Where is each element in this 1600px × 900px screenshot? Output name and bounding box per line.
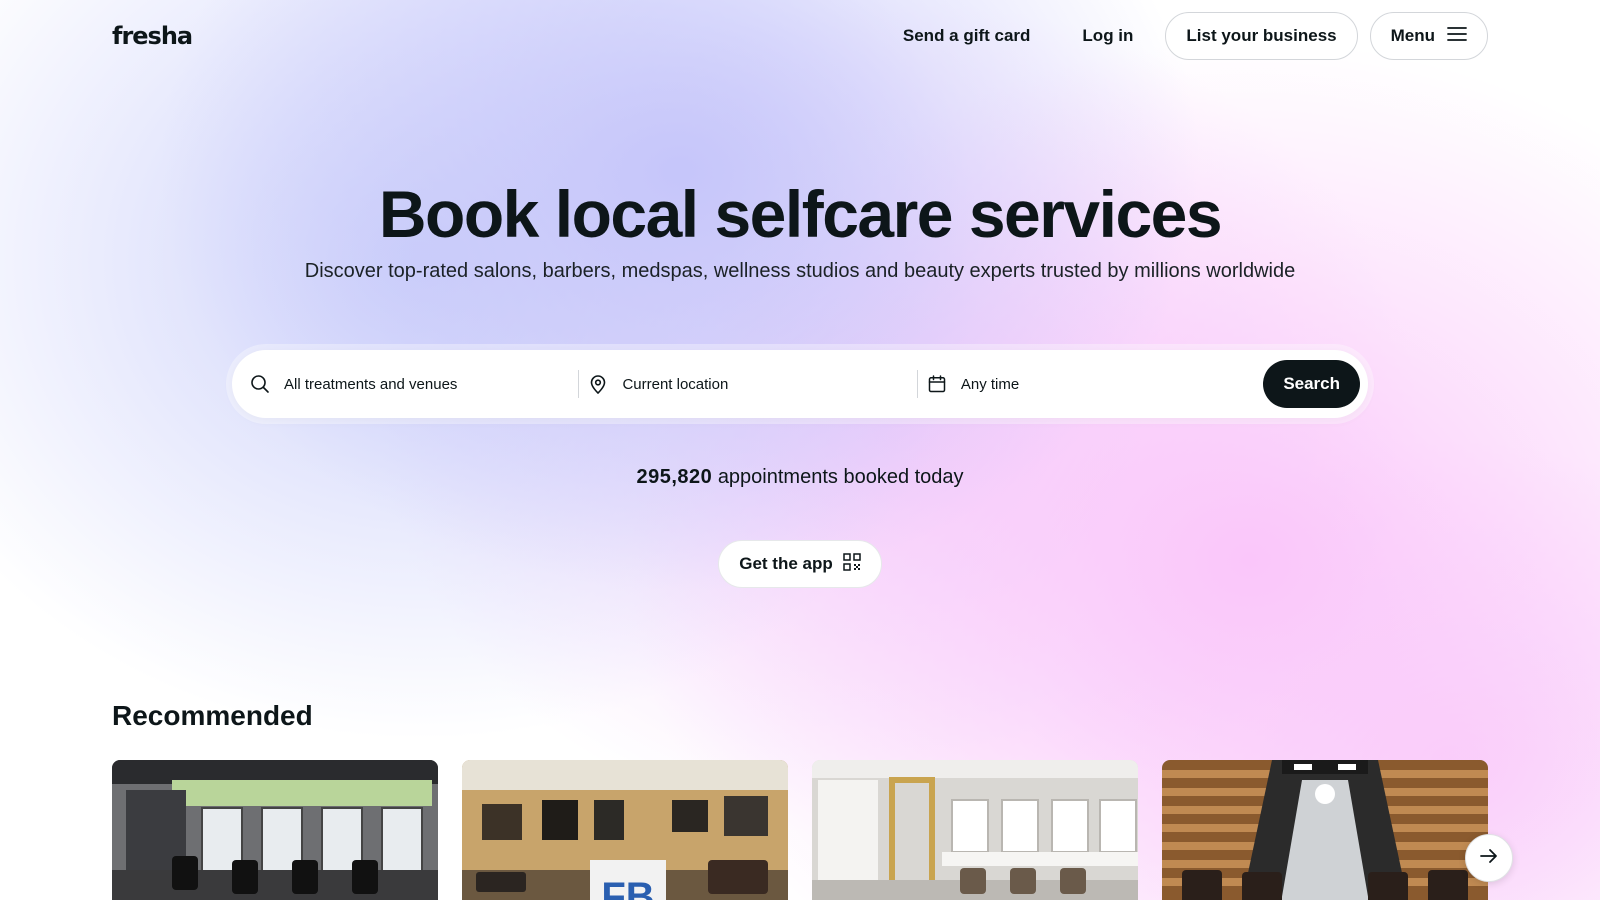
treatments-field[interactable]: All treatments and venues — [248, 350, 586, 418]
search-icon — [250, 374, 270, 394]
location-pin-icon — [588, 374, 608, 394]
list-business-button[interactable]: List your business — [1165, 12, 1358, 60]
venue-image-2: FB — [462, 760, 788, 900]
svg-text:FB: FB — [601, 875, 654, 900]
venue-image-4 — [1162, 760, 1488, 900]
page-title: Book local selfcare services — [378, 177, 1223, 251]
arrow-right-icon — [1479, 846, 1499, 871]
fresha-logo[interactable]: fresha — [112, 22, 193, 50]
menu-icon — [1447, 26, 1467, 47]
recommended-carousel: FB — [112, 760, 1488, 900]
treatments-input[interactable]: All treatments and venues — [284, 376, 457, 393]
send-gift-card-link[interactable]: Send a gift card — [883, 12, 1051, 60]
get-the-app-button[interactable]: Get the app — [718, 540, 882, 588]
venue-image-3 — [812, 760, 1138, 900]
location-input[interactable]: Current location — [622, 376, 728, 393]
top-nav: Send a gift card Log in List your busine… — [883, 12, 1488, 60]
venue-card-2[interactable]: FB — [462, 760, 788, 900]
list-business-label: List your business — [1186, 26, 1337, 45]
bookings-label: appointments booked today — [717, 466, 964, 488]
time-field[interactable]: Any time — [916, 350, 1263, 418]
time-input[interactable]: Any time — [961, 376, 1019, 393]
bookings-count: 295,820 — [636, 466, 713, 488]
menu-button[interactable]: Menu — [1369, 12, 1488, 60]
location-field[interactable]: Current location — [578, 350, 924, 418]
venue-image-1 — [112, 760, 438, 900]
menu-label: Menu — [1390, 26, 1435, 45]
venue-card-4[interactable] — [1162, 760, 1488, 900]
search-button[interactable]: Search — [1263, 360, 1361, 408]
qr-code-icon — [843, 552, 861, 576]
venue-card-1[interactable] — [112, 760, 438, 900]
venue-card-3[interactable] — [812, 760, 1138, 900]
bookings-stat: 295,820 appointments booked today — [0, 466, 1600, 489]
carousel-next-button[interactable] — [1465, 834, 1513, 882]
get-the-app-label: Get the app — [739, 554, 833, 573]
page-subtitle: Discover top-rated salons, barbers, meds… — [304, 260, 1296, 282]
recommended-heading: Recommended — [112, 700, 313, 731]
top-header: fresha Send a gift card Log in List your… — [112, 12, 1488, 60]
log-in-link[interactable]: Log in — [1062, 12, 1153, 60]
calendar-icon — [927, 374, 947, 394]
search-bar: All treatments and venues Current locati… — [232, 350, 1368, 418]
